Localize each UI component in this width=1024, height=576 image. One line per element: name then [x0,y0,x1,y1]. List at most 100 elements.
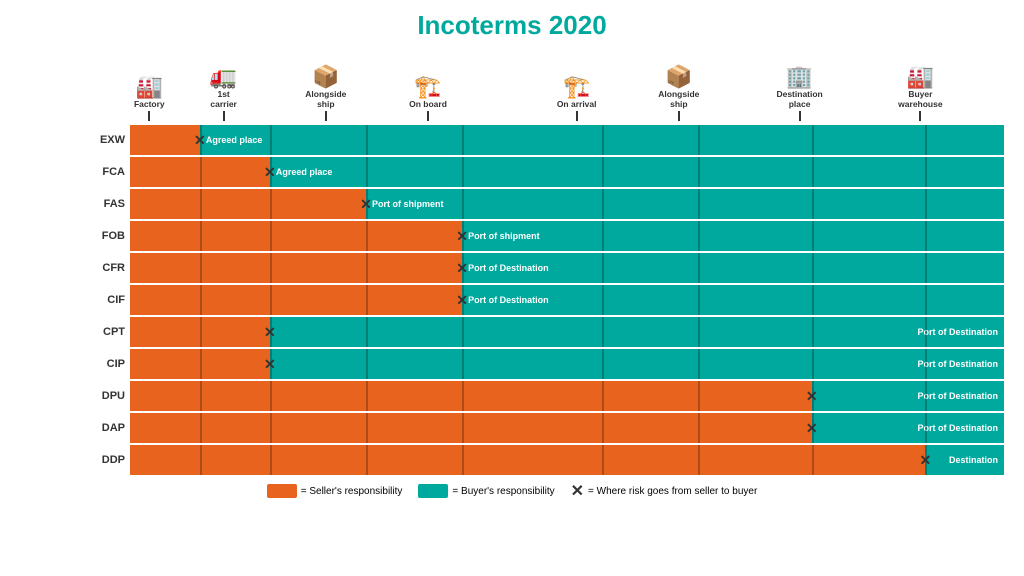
row-label-exw: EXW [75,134,130,146]
table-row: DPUPort of Destination✕ [75,381,1004,411]
teal-text-ddp: Destination [949,455,998,465]
row-label-fob: FOB [75,230,130,242]
vertical-line [812,285,814,315]
icon-carrier1: 🚛 [210,66,237,88]
legend-x: ✕ = Where risk goes from seller to buyer [571,481,758,501]
vertical-line [698,317,700,347]
teal-text-fca: Agreed place [276,167,333,177]
x-marker-fas: ✕ [360,197,372,211]
table-row: FASPort of shipment✕ [75,189,1004,219]
vertical-line [366,285,368,315]
vertical-line [602,157,604,187]
vertical-line [200,381,202,411]
main-chart: 🏭Factory🚛1st carrier📦Alongside ship🏗️On … [75,49,1004,475]
header-carrier1: 🚛1st carrier [194,66,254,121]
vertical-line [925,221,927,251]
vertical-line [200,285,202,315]
vertical-line [366,413,368,443]
vertical-line [602,381,604,411]
orange-seg-dpu [130,381,812,411]
vertical-line [366,125,368,155]
header-alongside2: 📦Alongside ship [649,66,709,121]
legend-seller-label: = Seller's responsibility [301,486,403,497]
vertical-line [812,445,814,475]
icon-alongside: 📦 [312,66,339,88]
vertical-line [462,413,464,443]
vertical-line [698,413,700,443]
vertical-line [270,125,272,155]
vertical-line [602,221,604,251]
vertical-line [462,381,464,411]
header-onboard: 🏗️On board [398,76,458,121]
row-label-cif: CIF [75,294,130,306]
vertical-line [366,317,368,347]
row-label-cpt: CPT [75,326,130,338]
vertical-line [602,317,604,347]
vertical-line [602,413,604,443]
teal-seg-cip: Port of Destination [270,349,1004,379]
vertical-line [812,221,814,251]
vertical-line [925,253,927,283]
row-bars-cif: Port of Destination✕ [130,285,1004,315]
legend-orange-swatch [267,484,297,498]
vertical-line [602,253,604,283]
header-alongside: 📦 Alongside ship [296,66,356,121]
teal-text-dap: Port of Destination [917,423,998,433]
vertical-line [602,125,604,155]
teal-text-cfr: Port of Destination [468,263,549,273]
vertical-line [366,221,368,251]
vertical-line [200,413,202,443]
row-bars-fob: Port of shipment✕ [130,221,1004,251]
vertical-line [698,221,700,251]
x-marker-dap: ✕ [806,421,818,435]
orange-seg-ddp [130,445,925,475]
vertical-line [925,285,927,315]
vertical-line [925,317,927,347]
header-label-alongside: Alongside ship [305,90,346,109]
table-row: FOBPort of shipment✕ [75,221,1004,251]
row-bars-dap: Port of Destination ✕ [130,413,1004,443]
legend-seller: = Seller's responsibility [267,484,403,498]
icon-buyerwh: 🏭 [907,66,934,88]
vertical-line [462,125,464,155]
icon-onboard: 🏗️ [414,76,441,98]
x-marker-cip: ✕ [264,357,276,371]
vertical-line [462,189,464,219]
vertical-line [602,349,604,379]
row-label-fas: FAS [75,198,130,210]
table-row: CIPPort of Destination✕ [75,349,1004,379]
vertical-line [925,381,927,411]
vertical-line [698,285,700,315]
x-marker-cpt: ✕ [264,325,276,339]
header-label-destplace: Destination place [776,90,822,109]
vertical-line [602,445,604,475]
header-destplace: 🏢Destination place [770,66,830,121]
teal-text-fob: Port of shipment [468,231,540,241]
teal-text-cif: Port of Destination [468,295,549,305]
row-bars-cip: Port of Destination ✕ [130,349,1004,379]
vertical-line [812,253,814,283]
legend: = Seller's responsibility = Buyer's resp… [20,481,1004,501]
vertical-line [812,125,814,155]
row-label-cfr: CFR [75,262,130,274]
vertical-line [698,189,700,219]
vertical-line [462,157,464,187]
table-row: FCAAgreed place✕ [75,157,1004,187]
vertical-line [270,189,272,219]
legend-teal-swatch [418,484,448,498]
vertical-line [812,157,814,187]
teal-text-cip: Port of Destination [917,359,998,369]
header-buyerwh: 🏭Buyer warehouse [890,66,950,121]
table-row: CIFPort of Destination✕ [75,285,1004,315]
row-label-dpu: DPU [75,390,130,402]
orange-seg-cfr [130,253,462,283]
row-bars-fca: Agreed place✕ [130,157,1004,187]
vertical-line [925,349,927,379]
row-label-fca: FCA [75,166,130,178]
icon-alongside2: 📦 [665,66,692,88]
vertical-line [366,381,368,411]
vertical-line [925,189,927,219]
table-row: CPTPort of Destination✕ [75,317,1004,347]
row-bars-ddp: Destination✕ [130,445,1004,475]
vertical-line [812,349,814,379]
